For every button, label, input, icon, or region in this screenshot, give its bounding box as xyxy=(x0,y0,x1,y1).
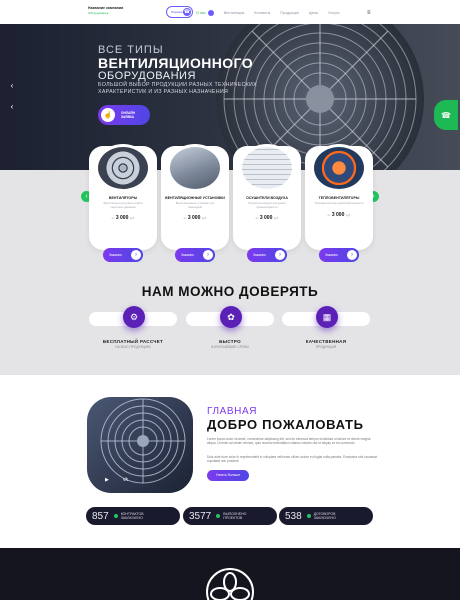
welcome-kicker: ГЛАВНАЯ xyxy=(207,406,258,417)
product-name: ТЕПЛОВЕНТИЛЯТОРЫ xyxy=(318,196,360,200)
feature-quality: ▦ КАЧЕСТВЕННАЯ ПРОДУКЦИЯ xyxy=(282,306,370,349)
online-request-button[interactable]: ☝ ОНЛАЙН ЗАЯВКА xyxy=(98,105,150,125)
stat-contracts: 857 КОНТРАКТОВ ЗАКЛЮЧЕНО xyxy=(86,507,180,525)
vk-icon[interactable]: vk xyxy=(123,477,128,483)
product-card: ОСУШИТЕЛИ ВОЗДУХА Осушители воздуха для … xyxy=(233,144,301,262)
hero-next-arrow-icon[interactable]: ‹ xyxy=(7,102,17,112)
hand-pointer-icon: ☝ xyxy=(101,108,115,122)
feature-title: БЕСПЛАТНЫЙ РАССЧЕТ xyxy=(102,339,164,344)
feature-title: БЫСТРО xyxy=(219,339,241,344)
arrow-right-icon: › xyxy=(275,250,285,260)
feature-subtitle: ПРОДУКЦИЯ xyxy=(315,345,337,349)
hero-title-line2: ВЕНТИЛЯЦИОННОГО xyxy=(98,55,253,71)
status-dot-icon xyxy=(113,514,118,518)
cta-line2: ЗАЯВКА xyxy=(121,115,135,119)
logo-tagline: Оборудование xyxy=(88,11,109,15)
nav-item-services[interactable]: Услуги xyxy=(328,11,339,15)
nav-badge-icon xyxy=(207,10,214,16)
fan-logo-icon xyxy=(206,568,254,600)
hero-banner: ‹ ‹ ВСЕ ТИПЫ ВЕНТИЛЯЦИОННОГО ОБОРУДОВАНИ… xyxy=(0,24,460,170)
product-price: от 3 000 руб xyxy=(327,211,351,218)
stat-label: КОНТРАКТОВ ЗАКЛЮЧЕНО xyxy=(120,511,144,520)
order-button[interactable]: Заказать › xyxy=(247,248,287,262)
feature-subtitle: В КРАТЧАЙШИЕ СРОКИ xyxy=(211,345,249,349)
status-dot-icon xyxy=(306,514,311,518)
product-card: ВЕНТИЛЯТОРЫ Вентиляторы для дома и офиса… xyxy=(89,144,157,262)
page: Название компании Оборудование Позвонить… xyxy=(0,0,460,600)
arrow-right-icon: › xyxy=(347,250,357,260)
phone-callback-icon[interactable]: ☎ xyxy=(434,100,458,130)
header: Название компании Оборудование Позвонить… xyxy=(0,0,460,24)
hero-title-line3: ОБОРУДОВАНИЯ xyxy=(98,70,196,82)
product-image-dehumidifier xyxy=(239,144,295,192)
nav-item-contacts[interactable]: Контакты xyxy=(254,11,270,15)
product-image-fan xyxy=(95,144,151,192)
product-price: от 3 000 руб xyxy=(255,215,279,221)
call-button[interactable]: Позвонить ☎ xyxy=(166,6,193,18)
product-desc: Осушители воздуха для дома и промышленно… xyxy=(248,202,286,209)
logo[interactable]: Название компании Оборудование xyxy=(88,6,148,15)
stat-label: ДОГОВОРОВ ЗАКЛЮЧЕНО xyxy=(313,511,336,520)
menu-icon[interactable]: ≡ xyxy=(367,10,371,16)
welcome-paragraph-1: Lorem ipsum dolor sit amet, consectetur … xyxy=(207,437,371,446)
product-desc: Вентиляционные установки для помещений xyxy=(175,202,215,209)
status-dot-icon xyxy=(216,514,221,518)
hero-prev-arrow-icon[interactable]: ‹ xyxy=(7,81,17,91)
phone-icon: ☎ xyxy=(183,8,191,16)
product-card: ВЕНТИЛЯЦИОННЫЕ УСТАНОВКИ Вентиляционные … xyxy=(161,144,229,262)
stat-value: 538 xyxy=(285,510,302,522)
arrow-right-icon: › xyxy=(131,250,141,260)
welcome-paragraph-2: Duis aute irure dolor in reprehenderit i… xyxy=(207,455,377,464)
hero-subtitle: БОЛЬШОЙ ВЫБОР ПРОДУКЦИИ РАЗНЫХ ТЕХНИЧЕСК… xyxy=(98,82,257,95)
fan-grille-image xyxy=(100,398,186,484)
product-card: ТЕПЛОВЕНТИЛЯТОРЫ Тепловентиляторы различ… xyxy=(305,144,373,262)
feature-free-calc: ⚙ БЕСПЛАТНЫЙ РАССЧЕТ НА ВСЮ ПРОДУКЦИЮ xyxy=(89,306,177,349)
footer xyxy=(0,548,460,600)
nav-item-ventilation[interactable]: Вентиляция xyxy=(224,11,245,15)
main-nav: О нас Вентиляция Контакты Продукция Цены… xyxy=(196,10,340,16)
order-button[interactable]: Заказать › xyxy=(175,248,215,262)
feature-fast: ✿ БЫСТРО В КРАТЧАЙШИЕ СРОКИ xyxy=(186,306,274,349)
feature-title: КАЧЕСТВЕННАЯ xyxy=(305,339,347,344)
learn-more-button[interactable]: Узнать больше xyxy=(207,470,249,481)
calculator-icon: ⚙ xyxy=(123,306,145,328)
clock-icon: ✿ xyxy=(220,306,242,328)
product-name: ОСУШИТЕЛИ ВОЗДУХА xyxy=(246,196,288,200)
feature-subtitle: НА ВСЮ ПРОДУКЦИЮ xyxy=(115,345,151,349)
trust-section: НАМ МОЖНО ДОВЕРЯТЬ ⚙ БЕСПЛАТНЫЙ РАССЧЕТ … xyxy=(0,284,460,349)
product-price: от 3 000 руб xyxy=(183,215,207,221)
stat-projects: 3577 ВЫПОЛНЕНО ПРОЕКТОВ xyxy=(183,507,277,525)
nav-item-products[interactable]: Продукция xyxy=(280,11,298,15)
youtube-icon[interactable]: ▶ xyxy=(105,477,109,483)
product-price: от 3 000 руб xyxy=(111,215,135,221)
logo-company-name: Название компании xyxy=(88,6,124,10)
product-desc: Вентиляторы для дома и офиса различных р… xyxy=(103,202,143,209)
product-desc: Тепловентиляторы различной мощности xyxy=(314,202,364,205)
stat-value: 857 xyxy=(92,510,109,522)
nav-item-about[interactable]: О нас xyxy=(196,11,206,15)
stat-value: 3577 xyxy=(189,510,212,522)
arrow-right-icon: › xyxy=(203,250,213,260)
product-name: ВЕНТИЛЯТОРЫ xyxy=(108,196,138,200)
nav-item-prices[interactable]: Цены xyxy=(309,11,318,15)
product-image-heater-fan xyxy=(311,144,367,192)
welcome-title: ДОБРО ПОЖАЛОВАТЬ xyxy=(207,417,364,432)
order-button[interactable]: Заказать › xyxy=(103,248,143,262)
welcome-image: ▶ vk xyxy=(87,397,193,493)
product-image-ventilation-unit xyxy=(167,144,223,192)
trust-title: НАМ МОЖНО ДОВЕРЯТЬ xyxy=(141,284,319,299)
stat-agreements: 538 ДОГОВОРОВ ЗАКЛЮЧЕНО xyxy=(279,507,373,525)
welcome-section: ▶ vk ГЛАВНАЯ ДОБРО ПОЖАЛОВАТЬ Lorem ipsu… xyxy=(0,375,460,548)
stat-label: ВЫПОЛНЕНО ПРОЕКТОВ xyxy=(223,511,247,520)
shield-icon: ▦ xyxy=(316,306,338,328)
order-button[interactable]: Заказать › xyxy=(319,248,359,262)
product-name: ВЕНТИЛЯЦИОННЫЕ УСТАНОВКИ xyxy=(165,196,225,200)
